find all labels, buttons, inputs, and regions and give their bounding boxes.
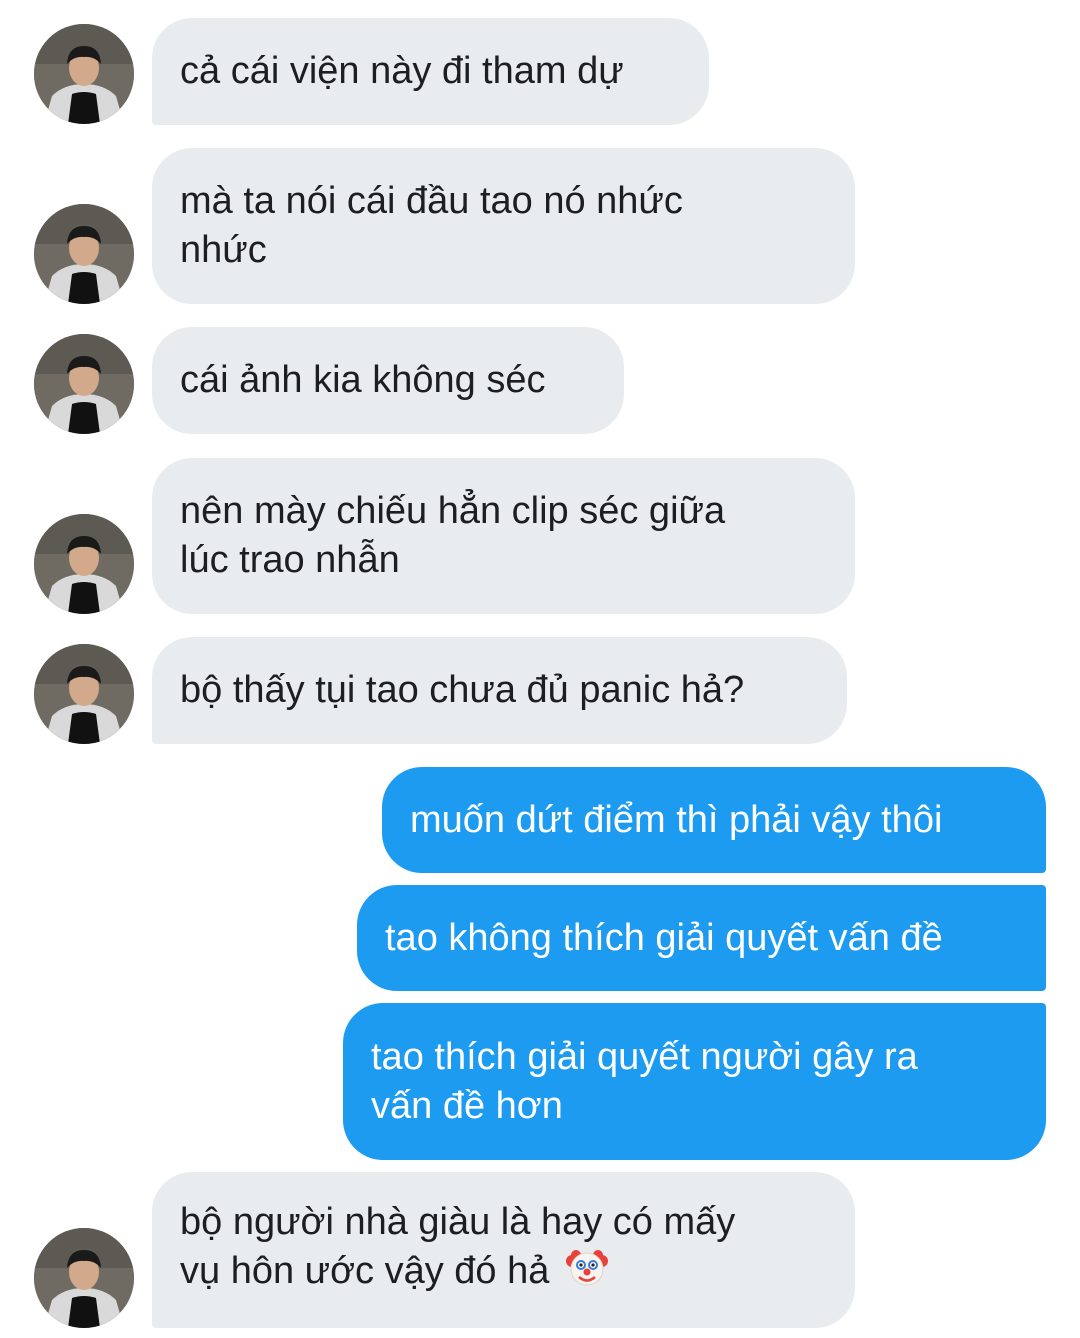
message-text: mà ta nói cái đầu tao nó nhức nhức xyxy=(180,180,683,271)
contact-avatar[interactable] xyxy=(34,24,134,124)
message-text: muốn dứt điểm thì phải vậy thôi xyxy=(410,798,943,841)
avatar-photo-icon xyxy=(34,334,134,434)
incoming-message[interactable]: cái ảnh kia không séc xyxy=(152,327,624,434)
avatar-photo-icon xyxy=(34,1228,134,1328)
incoming-message[interactable]: bộ thấy tụi tao chưa đủ panic hả? xyxy=(152,637,847,744)
avatar-photo-icon xyxy=(34,24,134,124)
outgoing-message[interactable]: tao thích giải quyết người gây ra vấn đề… xyxy=(343,1003,1046,1160)
message-text: bộ người nhà giàu là hay có mấy vụ hôn ư… xyxy=(180,1201,736,1292)
incoming-message[interactable]: cả cái viện này đi tham dự xyxy=(152,18,709,125)
message-text: tao thích giải quyết người gây ra vấn đề… xyxy=(371,1035,918,1127)
avatar-photo-icon xyxy=(34,514,134,614)
message-content: bộ người nhà giàu là hay có mấy vụ hôn ư… xyxy=(180,1198,735,1302)
outgoing-message[interactable]: tao không thích giải quyết vấn đề xyxy=(357,885,1046,991)
incoming-message[interactable]: bộ người nhà giàu là hay có mấy vụ hôn ư… xyxy=(152,1172,855,1328)
contact-avatar[interactable] xyxy=(34,204,134,304)
outgoing-message[interactable]: muốn dứt điểm thì phải vậy thôi xyxy=(382,767,1046,873)
contact-avatar[interactable] xyxy=(34,1228,134,1328)
incoming-message[interactable]: nên mày chiếu hẳn clip séc giữa lúc trao… xyxy=(152,458,855,614)
message-text: tao không thích giải quyết vấn đề xyxy=(385,916,943,959)
incoming-message[interactable]: mà ta nói cái đầu tao nó nhức nhức xyxy=(152,148,855,304)
contact-avatar[interactable] xyxy=(34,644,134,744)
message-text: bộ thấy tụi tao chưa đủ panic hả? xyxy=(180,669,745,711)
message-text: cả cái viện này đi tham dự xyxy=(180,50,624,92)
avatar-photo-icon xyxy=(34,644,134,744)
message-text: nên mày chiếu hẳn clip séc giữa lúc trao… xyxy=(180,490,726,581)
contact-avatar[interactable] xyxy=(34,514,134,614)
message-text: cái ảnh kia không séc xyxy=(180,359,546,401)
clown-face-emoji-icon xyxy=(565,1247,608,1302)
avatar-photo-icon xyxy=(34,204,134,304)
contact-avatar[interactable] xyxy=(34,334,134,434)
